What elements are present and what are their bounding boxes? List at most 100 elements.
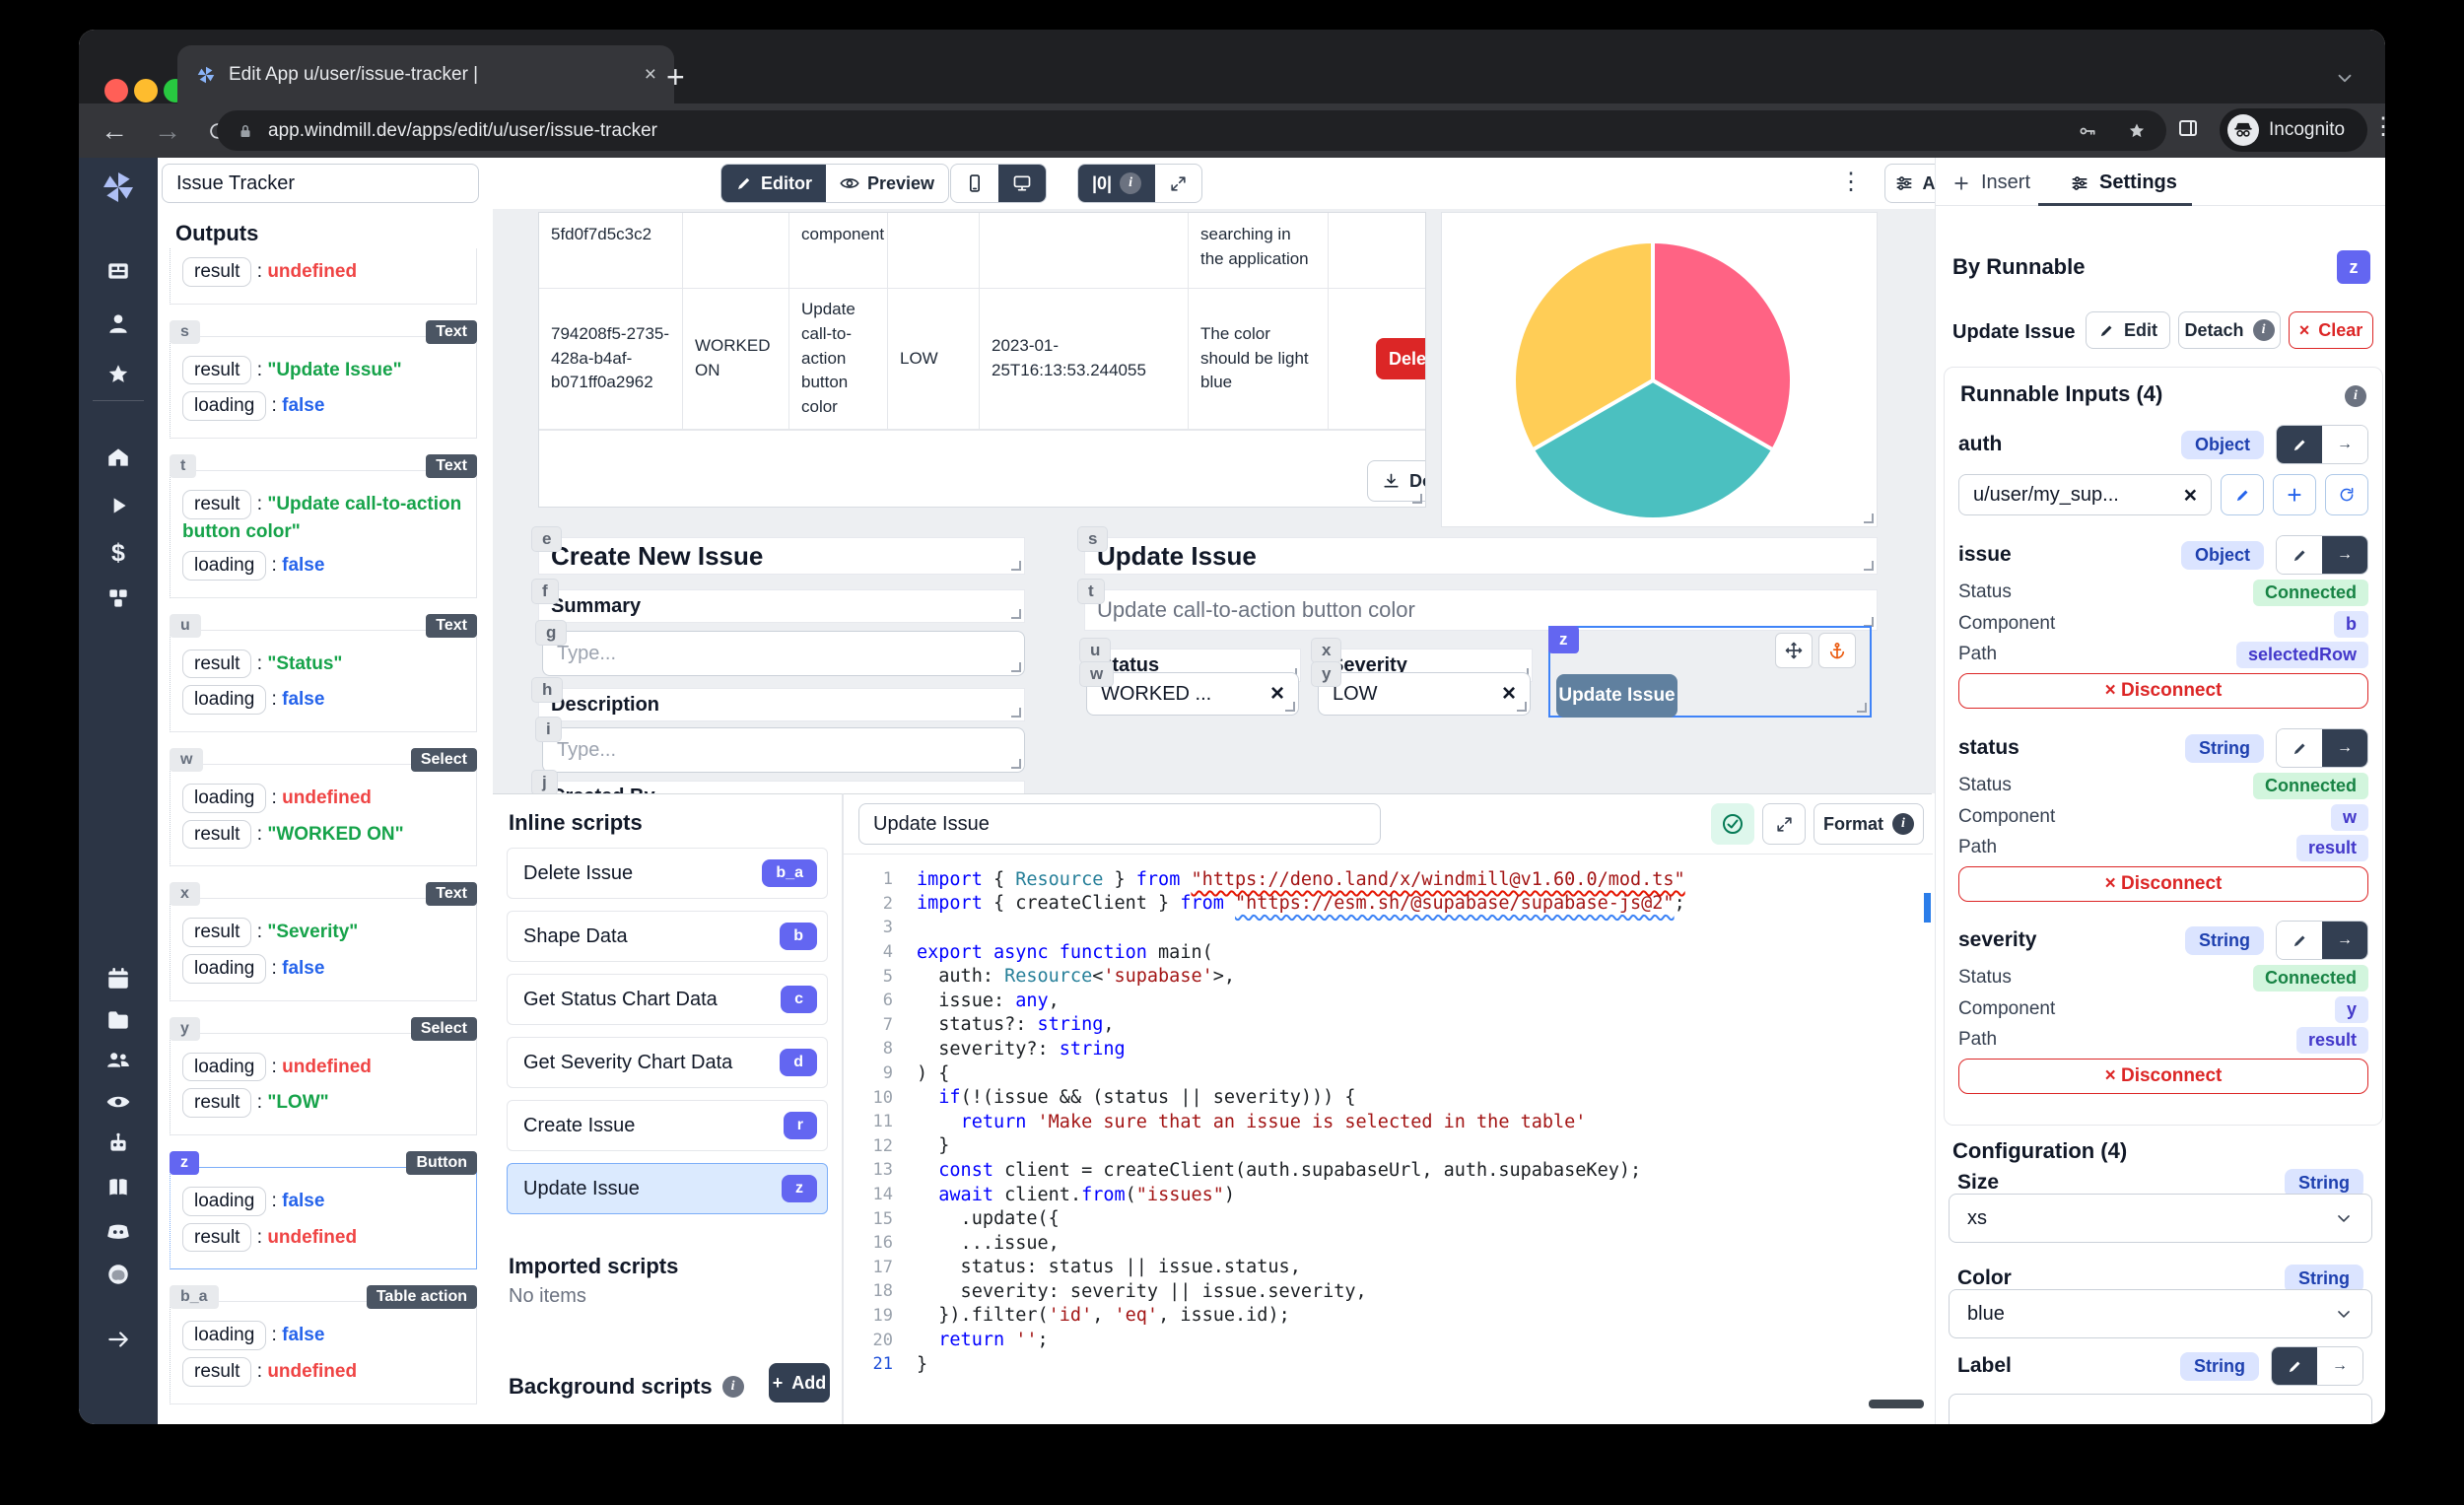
update-issue-subtitle[interactable]: Update call-to-action button color [1084, 589, 1878, 631]
add-background-script-button[interactable]: + Add [769, 1363, 830, 1402]
sidebar-user-icon[interactable] [79, 308, 158, 338]
detach-button[interactable]: Detach i [2178, 311, 2281, 349]
move-handle-icon[interactable] [1776, 634, 1812, 667]
sidebar-robot-icon[interactable] [79, 1129, 158, 1158]
tab-close-icon[interactable]: × [645, 63, 656, 87]
inline-script-item[interactable]: Get Severity Chart Data d [507, 1037, 828, 1088]
clear-button[interactable]: × Clear [2289, 311, 2373, 349]
output-card-w[interactable]: w Select loading : undefined result : "WORK… [170, 748, 477, 867]
disconnect-button[interactable]: × Disconnect [1958, 866, 2368, 902]
sidebar-calendar-icon[interactable] [79, 964, 158, 993]
editor-hscrollbar[interactable] [1869, 1400, 1924, 1408]
component-badge-j[interactable]: j [532, 771, 557, 793]
address-bar[interactable]: app.windmill.dev/apps/edit/u/user/issue-… [217, 110, 2166, 151]
sidebar-dollar-icon[interactable]: $ [79, 538, 158, 568]
preview-tab[interactable]: Preview [826, 165, 948, 202]
sidebar-home-icon[interactable] [79, 443, 158, 472]
size-select[interactable]: xs [1949, 1194, 2372, 1243]
output-card-y[interactable]: y Select loading : undefined result : "LOW" [170, 1016, 477, 1135]
key-icon[interactable] [2078, 121, 2097, 141]
code-area[interactable]: 1 import { Resource } from "https://deno.… [856, 867, 1920, 1376]
connect-mode-button[interactable]: → [2317, 1347, 2362, 1385]
bookmark-star-icon[interactable] [2127, 121, 2147, 141]
component-badge-w[interactable]: w [1080, 662, 1114, 686]
connect-mode-button[interactable]: → [2322, 536, 2367, 574]
sidebar-eye-icon[interactable] [79, 1087, 158, 1117]
output-card-partial[interactable]: result : undefined [170, 248, 477, 305]
table-component[interactable]: 5fd0f7d5c3c2 component searching in the ap… [538, 212, 1426, 508]
inline-script-item[interactable]: Get Status Chart Data c [507, 974, 828, 1025]
connect-mode-button[interactable]: → [2322, 426, 2367, 463]
update-issue-title[interactable]: Update Issue [1084, 537, 1878, 575]
component-badge-h[interactable]: h [532, 678, 563, 702]
fullscreen-button[interactable] [1155, 165, 1201, 202]
format-button[interactable]: Format i [1814, 803, 1924, 845]
clear-status-icon[interactable]: × [1270, 680, 1284, 708]
validate-button[interactable] [1711, 803, 1754, 845]
edit-resource-button[interactable] [2221, 474, 2264, 515]
sidebar-star-icon[interactable] [79, 360, 158, 389]
sidebar-apps-icon[interactable] [79, 256, 158, 286]
inline-script-item[interactable]: Delete Issue b_a [507, 848, 828, 899]
delete-row-button[interactable]: Delete [1376, 338, 1425, 379]
auth-resource-input[interactable]: u/user/my_sup... × [1958, 474, 2212, 515]
new-tab-button[interactable]: + [666, 59, 685, 96]
edit-button[interactable]: Edit [2086, 311, 2170, 349]
sidebar-discord-icon[interactable] [79, 1216, 158, 1246]
component-badge-i[interactable]: i [536, 718, 561, 741]
component-badge-y[interactable]: y [1312, 662, 1341, 686]
output-card-x[interactable]: x Text result : "Severity" loading : false [170, 882, 477, 1001]
summary-input[interactable]: Type... [542, 631, 1025, 676]
piechart-component[interactable] [1441, 212, 1878, 527]
disconnect-button[interactable]: × Disconnect [1958, 673, 2368, 709]
connect-mode-button[interactable]: → [2322, 729, 2367, 767]
status-select[interactable]: WORKED ... × [1086, 672, 1299, 716]
inline-script-item[interactable]: Update Issue z [507, 1163, 828, 1214]
output-card-t[interactable]: t Text result : "Update call-to-action but… [170, 453, 477, 598]
clear-severity-icon[interactable]: × [1502, 680, 1516, 708]
output-card-u[interactable]: u Text result : "Status" loading : false [170, 613, 477, 733]
component-badge-g[interactable]: g [536, 621, 567, 645]
tab-settings[interactable]: Settings [2070, 171, 2177, 194]
output-card-b_a[interactable]: b_a Table action loading : false result : u… [170, 1285, 477, 1404]
component-badge-f[interactable]: f [532, 580, 558, 603]
more-menu-icon[interactable]: ⋮ [1839, 168, 1863, 196]
sidebar-play-icon[interactable] [79, 491, 158, 520]
expand-editor-button[interactable] [1762, 803, 1806, 845]
collapse-arrow-icon[interactable] [79, 1327, 158, 1352]
label-input[interactable] [1949, 1394, 2372, 1424]
script-name-input[interactable]: Update Issue [858, 803, 1381, 845]
description-label[interactable]: Description [538, 688, 1025, 721]
inline-script-item[interactable]: Create Issue r [507, 1100, 828, 1151]
disconnect-button[interactable]: × Disconnect [1958, 1059, 2368, 1094]
mobile-view-button[interactable] [951, 165, 998, 202]
sidebar-cubes-icon[interactable] [79, 583, 158, 613]
component-badge-u[interactable]: u [1080, 639, 1111, 662]
tab-insert[interactable]: Insert [1951, 171, 2030, 194]
summary-label[interactable]: Summary [538, 589, 1025, 623]
selected-button-component[interactable]: z Update Issue [1548, 626, 1872, 718]
traffic-close-button[interactable] [104, 79, 128, 103]
chrome-menu-icon[interactable]: ⋮ [2371, 112, 2385, 141]
static-mode-button[interactable] [2277, 922, 2322, 959]
inline-script-item[interactable]: Shape Data b [507, 911, 828, 962]
component-badge-z[interactable]: z [1548, 626, 1579, 653]
sidebar-book-icon[interactable] [79, 1173, 158, 1202]
debug-outputs-button[interactable]: |0| i [1078, 165, 1156, 202]
update-issue-button[interactable]: Update Issue [1556, 674, 1677, 718]
add-resource-button[interactable]: + [2273, 474, 2316, 515]
static-mode-button[interactable] [2277, 729, 2322, 767]
static-mode-button[interactable] [2277, 536, 2322, 574]
browser-tab[interactable]: Edit App u/user/issue-tracker | × [177, 45, 674, 103]
refresh-resource-button[interactable] [2325, 474, 2368, 515]
sidebar-folder-icon[interactable] [79, 1005, 158, 1035]
back-icon[interactable]: ← [101, 115, 128, 147]
component-badge-t[interactable]: t [1078, 580, 1104, 603]
sidebar-users-icon[interactable] [79, 1045, 158, 1074]
clear-resource-icon[interactable]: × [2184, 482, 2197, 509]
download-button[interactable]: Download [1367, 460, 1425, 502]
create-issue-title[interactable]: Create New Issue [538, 537, 1025, 575]
tab-panel-icon[interactable] [2176, 116, 2200, 140]
desktop-view-button[interactable] [998, 165, 1046, 202]
component-badge-e[interactable]: e [532, 527, 562, 551]
